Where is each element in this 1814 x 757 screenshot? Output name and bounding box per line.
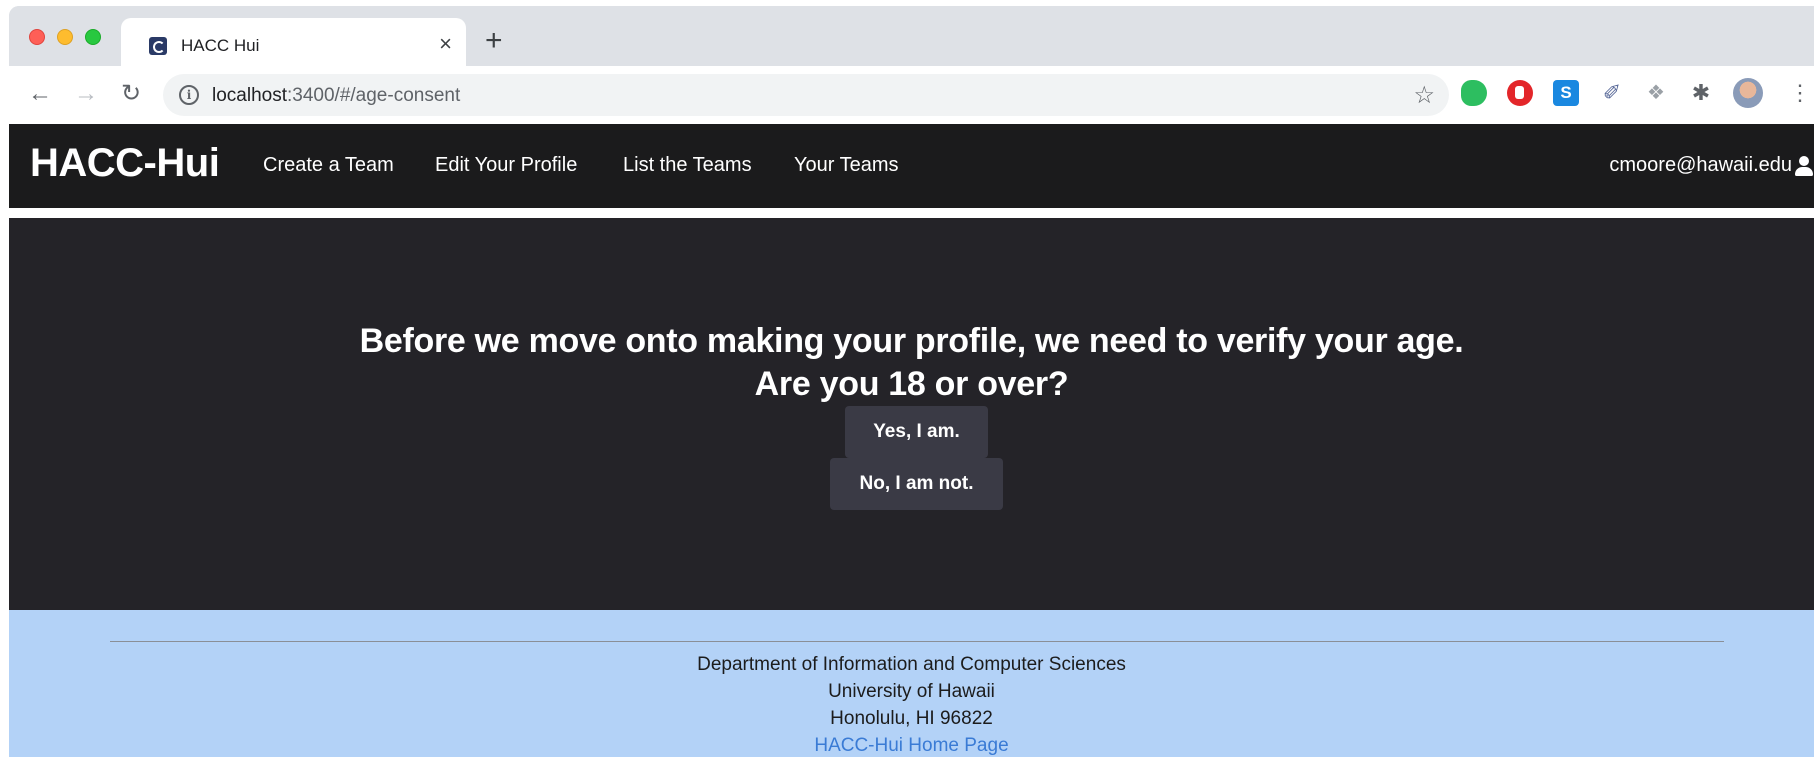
- url-host: localhost: [212, 85, 287, 106]
- no-button[interactable]: No, I am not.: [830, 458, 1003, 510]
- address-bar[interactable]: i localhost:3400/#/age-consent ☆: [163, 74, 1449, 116]
- site-info-icon[interactable]: i: [179, 85, 199, 105]
- profile-avatar[interactable]: [1733, 78, 1763, 108]
- footer-address: Honolulu, HI 96822: [830, 708, 993, 729]
- site-brand-link[interactable]: HACC-Hui: [30, 141, 220, 186]
- adblock-extension-icon[interactable]: [1507, 80, 1533, 106]
- bookmark-star-icon[interactable]: ☆: [1413, 81, 1435, 110]
- user-icon: [1794, 155, 1814, 176]
- user-email: cmoore@hawaii.edu: [1609, 154, 1792, 176]
- site-favicon-icon: [149, 37, 167, 55]
- age-consent-panel: Before we move onto making your profile,…: [9, 218, 1814, 610]
- consent-question-line-1: Before we move onto making your profile,…: [359, 322, 1464, 360]
- forward-arrow-icon[interactable]: →: [72, 80, 100, 108]
- browser-window: HACC Hui × + ← → ↻ i localhost:3400/#/ag…: [9, 6, 1814, 757]
- nav-create-team-link[interactable]: Create a Team: [263, 154, 394, 177]
- dropbox-extension-icon[interactable]: ❖: [1643, 80, 1669, 106]
- url-text[interactable]: localhost:3400/#/age-consent: [212, 85, 460, 107]
- footer-divider: [110, 641, 1724, 642]
- footer-home-link[interactable]: HACC-Hui Home Page: [9, 735, 1814, 757]
- nav-your-teams-link[interactable]: Your Teams: [794, 154, 899, 177]
- consent-question-line-2: Are you 18 or over?: [754, 365, 1069, 403]
- nav-edit-profile-link[interactable]: Edit Your Profile: [435, 154, 577, 177]
- close-window-button[interactable]: [29, 29, 45, 45]
- web-page: HACC-Hui Create a Team Edit Your Profile…: [9, 124, 1814, 757]
- footer-department: Department of Information and Computer S…: [697, 654, 1126, 675]
- yes-button[interactable]: Yes, I am.: [845, 406, 988, 458]
- url-path: :3400/#/age-consent: [287, 85, 461, 106]
- tab-strip: HACC Hui × +: [9, 6, 1814, 72]
- extensions-puzzle-icon[interactable]: ✱: [1688, 80, 1714, 106]
- browser-tab[interactable]: HACC Hui ×: [121, 18, 466, 72]
- reload-icon[interactable]: ↻: [117, 80, 145, 108]
- browser-toolbar: ← → ↻ i localhost:3400/#/age-consent ☆ S…: [9, 66, 1814, 124]
- zoom-window-button[interactable]: [85, 29, 101, 45]
- new-tab-button[interactable]: +: [485, 26, 503, 56]
- site-navbar: HACC-Hui Create a Team Edit Your Profile…: [9, 124, 1814, 208]
- evernote-extension-icon[interactable]: [1461, 80, 1487, 106]
- back-arrow-icon[interactable]: ←: [26, 80, 54, 108]
- tab-title: HACC Hui: [181, 36, 260, 55]
- nav-list-teams-link[interactable]: List the Teams: [623, 154, 752, 177]
- eyedropper-extension-icon[interactable]: ✐: [1599, 80, 1625, 106]
- footer-university: University of Hawaii: [828, 681, 995, 702]
- minimize-window-button[interactable]: [57, 29, 73, 45]
- site-footer: Department of Information and Computer S…: [9, 610, 1814, 757]
- s-extension-icon[interactable]: S: [1553, 80, 1579, 106]
- browser-menu-icon[interactable]: ⋮: [1789, 80, 1811, 106]
- user-menu[interactable]: cmoore@hawaii.edu: [1609, 154, 1814, 177]
- tab-close-icon[interactable]: ×: [439, 32, 452, 56]
